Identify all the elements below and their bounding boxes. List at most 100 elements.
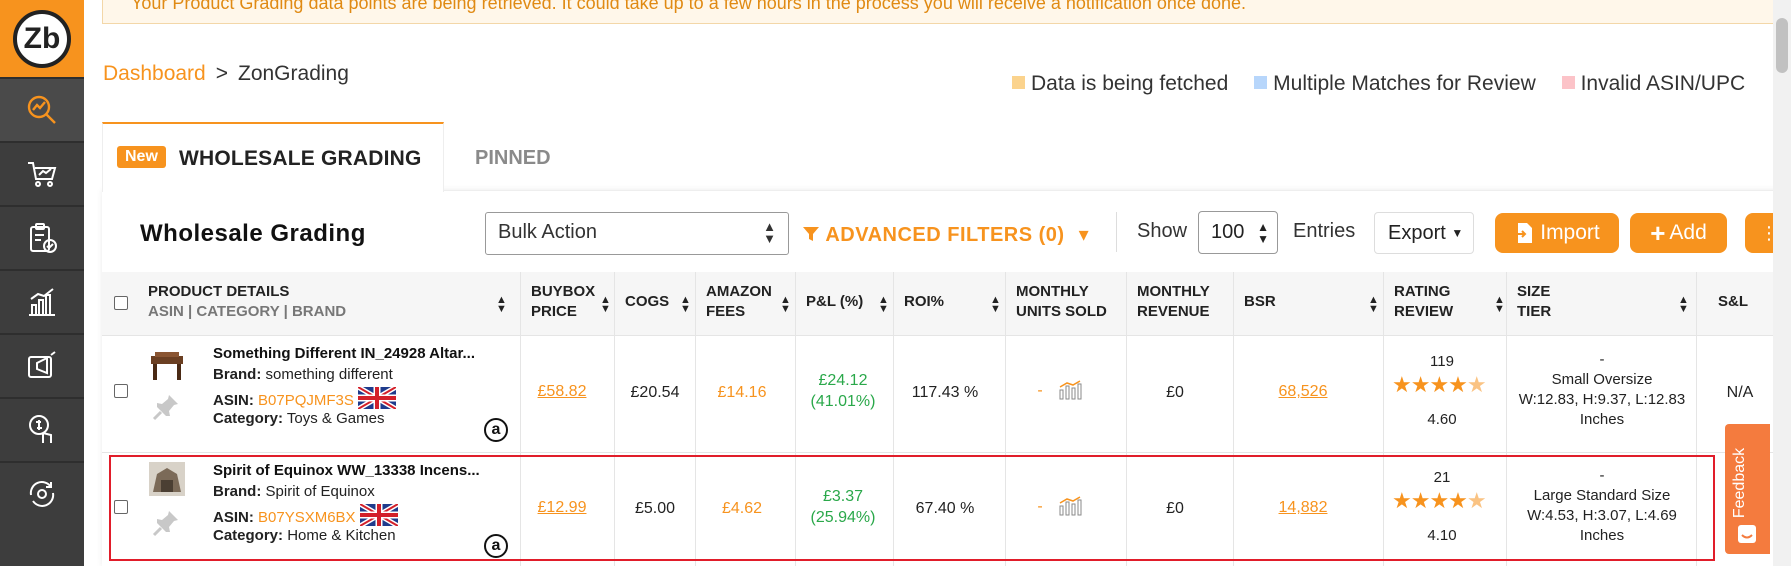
product-name[interactable]: Something Different IN_24928 Altar... <box>213 345 475 362</box>
search-chart-icon <box>27 95 56 124</box>
category-value: Toys & Games <box>286 410 385 427</box>
cart-chart-icon <box>28 162 57 187</box>
sort-icon[interactable]: ▲ ▼ <box>680 295 691 315</box>
th-pl[interactable]: P&L (%) <box>806 272 863 335</box>
product-asin: ASIN: B07PQJMF3S <box>213 387 396 409</box>
export-label: Export <box>1388 222 1446 244</box>
breadcrumb-dashboard[interactable]: Dashboard <box>103 62 206 85</box>
bar-chart-icon <box>29 288 55 316</box>
page-scrollbar[interactable] <box>1773 0 1791 566</box>
sidebar-item-products[interactable] <box>0 141 84 205</box>
bsr-link[interactable]: 68,526 <box>1268 383 1338 401</box>
bar-chart-icon[interactable] <box>1058 380 1082 400</box>
size-dimensions: W:12.83, H:9.37, L:12.83 <box>1518 391 1686 408</box>
bulk-action-value: Bulk Action <box>498 221 597 243</box>
show-label: Show <box>1137 220 1188 242</box>
product-thumbnail[interactable] <box>149 348 185 382</box>
th-sl[interactable]: S&L <box>1718 272 1748 335</box>
import-icon <box>1515 223 1533 243</box>
th-sublabel: ASIN | CATEGORY | BRAND <box>148 303 347 320</box>
category-label: Category: <box>213 410 284 427</box>
th-label: PRODUCT DETAILS <box>148 283 290 300</box>
th-size-tier[interactable]: SIZE TIER <box>1517 272 1551 335</box>
revenue-value: £0 <box>1166 384 1184 401</box>
add-label: Add <box>1669 221 1707 244</box>
bulk-action-select[interactable]: Bulk Action ▲ ▼ <box>485 212 789 255</box>
th-label: P&L (%) <box>806 293 864 310</box>
entries-value: 100 <box>1211 221 1245 243</box>
cogs-value: £20.54 <box>630 384 680 401</box>
sort-icon[interactable]: ▲ ▼ <box>1678 295 1689 315</box>
select-arrows-icon: ▲ ▼ <box>763 219 776 246</box>
sidebar-item-settings[interactable] <box>0 461 84 525</box>
asin-label: ASIN: <box>213 392 254 409</box>
rating-value: 4.60 <box>1427 411 1457 428</box>
th-amazon-fees[interactable]: AMAZON FEES <box>706 272 772 335</box>
select-all-checkbox[interactable] <box>114 296 128 310</box>
th-label: FEES <box>706 303 746 320</box>
product-category: Category: Toys & Games <box>213 410 384 427</box>
roi-value: 117.43 % <box>911 384 979 401</box>
tab-pinned[interactable]: PINNED <box>475 147 551 170</box>
sort-icon[interactable]: ▲ ▼ <box>1494 295 1505 315</box>
app-logo[interactable]: Zb <box>0 0 84 77</box>
th-label: MONTHLY <box>1137 283 1210 300</box>
row-checkbox[interactable] <box>114 384 128 398</box>
select-arrows-icon: ▲ ▼ <box>1257 220 1269 246</box>
refresh-settings-icon <box>29 481 55 507</box>
amazon-icon[interactable]: a <box>484 418 508 442</box>
advanced-filters-button[interactable]: ADVANCED FILTERS (0) ▾ <box>802 222 1089 247</box>
legend-invalid: Invalid ASIN/UPC <box>1561 72 1745 95</box>
export-button[interactable]: Export ▼ <box>1374 212 1474 254</box>
th-monthly-revenue[interactable]: MONTHLY REVENUE <box>1137 272 1210 335</box>
th-cogs[interactable]: COGS <box>625 272 669 335</box>
clipboard-check-icon <box>30 223 57 253</box>
sidebar-item-marketing[interactable] <box>0 333 84 397</box>
th-label: S&L <box>1718 293 1748 310</box>
sort-icon[interactable]: ▲ ▼ <box>496 295 507 315</box>
new-badge: New <box>117 146 166 168</box>
sort-icon[interactable]: ▲ ▼ <box>990 295 1001 315</box>
asin-link[interactable]: B07PQJMF3S <box>258 392 354 409</box>
chevron-down-icon: ▾ <box>1078 224 1090 246</box>
legend-swatch <box>1012 76 1025 89</box>
th-label: MONTHLY <box>1016 283 1089 300</box>
sidebar-item-analytics[interactable] <box>0 269 84 333</box>
sort-icon[interactable]: ▲ ▼ <box>878 295 889 315</box>
import-button[interactable]: Import <box>1495 213 1619 253</box>
sidebar-item-tasks[interactable] <box>0 205 84 269</box>
sidebar-item-zongrading[interactable] <box>0 77 84 141</box>
breadcrumb-current: ZonGrading <box>238 62 349 85</box>
th-buybox-price[interactable]: BUYBOX PRICE <box>531 272 595 335</box>
review-count: 119 <box>1430 353 1454 370</box>
buybox-price[interactable]: £58.82 <box>531 383 593 401</box>
entries-select[interactable]: 100 ▲ ▼ <box>1198 211 1278 254</box>
pin-icon[interactable] <box>151 392 181 422</box>
th-product-details[interactable]: PRODUCT DETAILS ASIN | CATEGORY | BRAND <box>148 272 508 335</box>
app-root: Zb Your Product Grading data points are … <box>0 0 1791 566</box>
sort-icon[interactable]: ▲ ▼ <box>780 295 791 315</box>
touch-dollar-icon <box>29 415 52 443</box>
plus-icon: + <box>1650 217 1666 248</box>
sort-icon[interactable]: ▲ ▼ <box>600 295 611 315</box>
breadcrumb: Dashboard > ZonGrading <box>103 62 349 86</box>
th-label: SIZE <box>1517 283 1551 300</box>
th-bsr[interactable]: BSR <box>1244 272 1276 335</box>
scrollbar-thumb[interactable] <box>1776 18 1788 73</box>
sidebar-item-pricing[interactable] <box>0 397 84 461</box>
caret-down-icon: ▼ <box>1451 226 1464 240</box>
breadcrumb-separator: > <box>215 62 228 85</box>
feedback-label: Feedback <box>1731 447 1749 519</box>
tab-wholesale-grading[interactable]: New WHOLESALE GRADING <box>102 122 444 192</box>
sort-icon[interactable]: ▲ ▼ <box>1368 295 1379 315</box>
feedback-button[interactable]: Feedback <box>1725 424 1770 554</box>
row-highlight-box <box>109 455 1715 561</box>
th-rating-review[interactable]: RATING REVIEW <box>1394 272 1453 335</box>
notice-banner: Your Product Grading data points are bei… <box>102 0 1791 24</box>
th-label: UNITS SOLD <box>1016 303 1107 320</box>
legend-multiple: Multiple Matches for Review <box>1254 72 1536 95</box>
product-brand: Brand: something different <box>213 366 393 383</box>
th-roi[interactable]: ROI% <box>904 272 944 335</box>
add-button[interactable]: + Add <box>1630 213 1727 253</box>
th-monthly-units[interactable]: MONTHLY UNITS SOLD <box>1016 272 1107 335</box>
